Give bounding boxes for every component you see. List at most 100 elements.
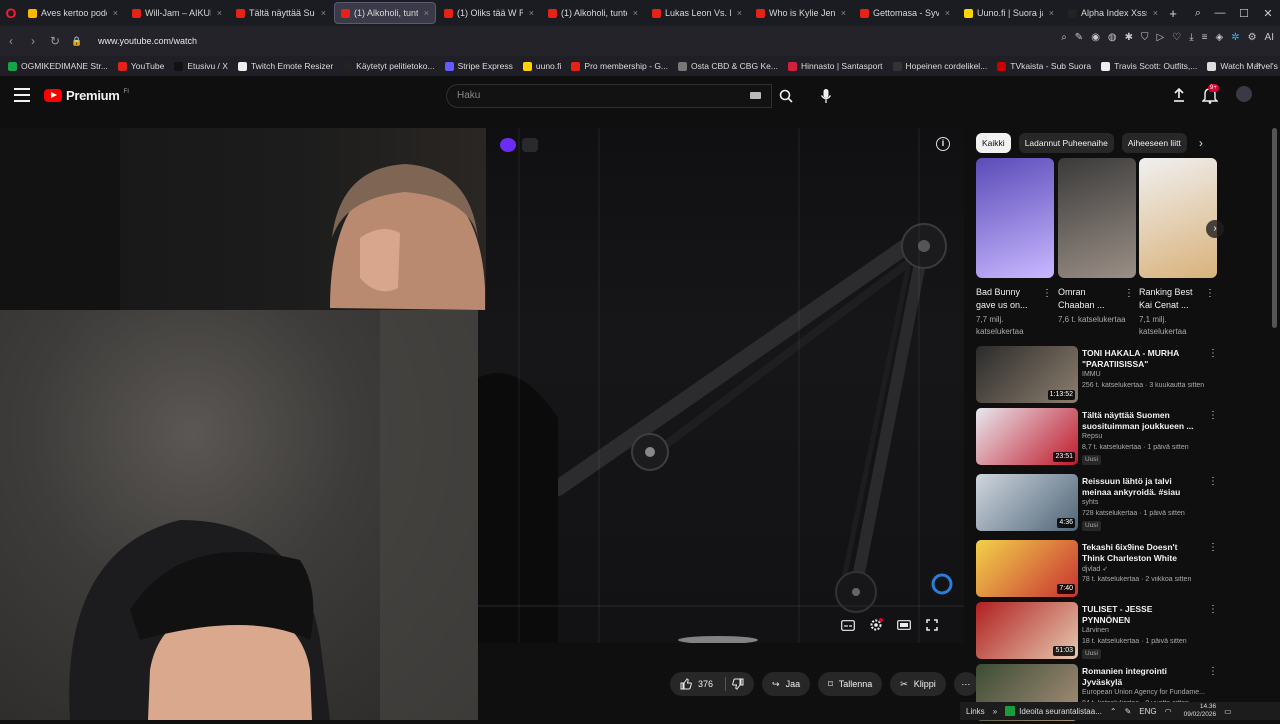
bookmark-item[interactable]: YouTube (117, 61, 164, 71)
camera-overlay-icon[interactable] (522, 138, 538, 152)
browser-tab[interactable]: Lukas Leon Vs. Etta - Y × (646, 2, 748, 24)
video-channel[interactable]: Lärvinen (1082, 627, 1109, 634)
related-video-item[interactable]: 23:51 Tältä näyttää Suomen suosituimman j… (976, 408, 1218, 468)
hamburger-menu-icon[interactable] (14, 88, 30, 104)
browser-tab[interactable]: Will-Jam – AIKUINEN × (126, 2, 228, 24)
close-tab-icon[interactable]: × (217, 8, 222, 18)
more-options-icon[interactable]: ⋮ (1208, 604, 1218, 615)
close-tab-icon[interactable]: × (424, 8, 429, 18)
video-title[interactable]: TONI HAKALA - MURHA "PARATIISISSA" (1082, 348, 1200, 370)
video-channel[interactable]: IMMU (1082, 371, 1101, 378)
settings-gear-icon[interactable] (868, 618, 884, 632)
notification-center-icon[interactable]: ▭ (1224, 707, 1232, 716)
forward-button[interactable]: › (22, 30, 44, 52)
close-tab-icon[interactable]: × (737, 8, 742, 18)
close-window-button[interactable]: ✕ (1256, 0, 1280, 26)
more-actions-button[interactable]: ⋯ (953, 672, 978, 696)
keyboard-icon[interactable] (750, 92, 761, 99)
reload-icon[interactable]: ↻ (44, 30, 66, 52)
more-options-icon[interactable]: ⋮ (1208, 666, 1218, 677)
browser-tab[interactable]: (1) Alkoholi, tunteiden × (542, 2, 644, 24)
language-indicator[interactable]: ENG (1139, 707, 1156, 716)
bookmark-item[interactable]: Twitch Emote Resizer (237, 61, 333, 71)
system-clock[interactable]: 14.36 09/02/2026 (1184, 703, 1217, 719)
bookmark-item[interactable]: Hinnasto | Santasport (787, 61, 883, 71)
search-input[interactable]: Haku (446, 84, 772, 108)
search-tabs-icon[interactable]: ⌕ (1186, 0, 1210, 26)
tray-chevron-icon[interactable]: ⌃ (1110, 707, 1117, 716)
short-thumbnail[interactable] (1058, 158, 1136, 278)
short-title[interactable]: Ranking Best Kai Cenat ... (1139, 286, 1205, 312)
more-options-icon[interactable]: ⋮ (1208, 476, 1218, 487)
back-button[interactable]: ‹ (0, 30, 22, 52)
related-video-item[interactable]: 1:13:52 TONI HAKALA - MURHA "PARATIISISSA… (976, 346, 1218, 406)
download-icon[interactable]: ⤓ (1189, 32, 1193, 43)
more-options-icon[interactable]: ⋮ (1124, 288, 1134, 299)
profile-icon[interactable]: ✲ (1231, 32, 1239, 43)
short-item[interactable]: Omran Chaaban ... 7,6 t. katselukertaa ⋮ (1058, 158, 1136, 326)
opera-logo-icon[interactable]: O (0, 0, 22, 26)
voice-search-button[interactable] (814, 84, 838, 108)
more-options-icon[interactable]: ⋮ (1208, 348, 1218, 359)
page-scrollbar[interactable] (1272, 128, 1277, 328)
video-thumbnail[interactable]: 7:40 (976, 540, 1078, 597)
avatar[interactable] (1236, 86, 1252, 102)
related-video-item[interactable]: 4:36 Reissuun lähtö ja talvi meinaa ankyr… (976, 474, 1218, 534)
bookmarks-overflow-icon[interactable]: » (1256, 59, 1261, 69)
minimize-button[interactable]: — (1208, 0, 1232, 26)
wifi-icon[interactable]: ◠ (1165, 707, 1172, 716)
video-thumbnail[interactable]: 23:51 (976, 408, 1078, 465)
camera-icon[interactable]: ◉ (1091, 32, 1100, 43)
short-thumbnail[interactable] (976, 158, 1054, 278)
fullscreen-icon[interactable] (924, 618, 940, 632)
video-channel[interactable]: European Union Agency for Fundame... (1082, 689, 1205, 696)
settings-icon[interactable]: ⚙ (1248, 32, 1257, 43)
chip-all[interactable]: Kaikki (976, 133, 1011, 153)
new-tab-button[interactable]: + (1164, 4, 1182, 22)
save-button[interactable]: ⌑ Tallenna (818, 672, 883, 696)
stocks-widget[interactable]: Ideoita seurantalistaa... (1005, 706, 1102, 716)
short-title[interactable]: Omran Chaaban ... (1058, 286, 1124, 312)
browser-tab[interactable]: (1) Alkoholi, tunteiden × (334, 2, 436, 24)
bookmark-item[interactable]: Etusivu / X (174, 61, 228, 71)
theater-mode-icon[interactable] (896, 618, 912, 632)
bookmark-item[interactable]: Hopeinen cordelikel... (892, 61, 987, 71)
close-tab-icon[interactable]: × (841, 8, 846, 18)
close-tab-icon[interactable]: × (633, 8, 638, 18)
close-tab-icon[interactable]: × (1049, 8, 1054, 18)
bookmark-item[interactable]: Travis Scott: Outfits,... (1101, 61, 1197, 71)
ai-summary-icon[interactable] (500, 138, 516, 152)
video-channel[interactable]: syhts (1082, 499, 1098, 506)
browser-tab[interactable]: Uuno.fi | Suora ja sen × (958, 2, 1060, 24)
more-options-icon[interactable]: ⋮ (1208, 410, 1218, 421)
related-video-item[interactable]: 51:03 TULISET - JESSE PYNNÖNEN Lärvinen 18 … (976, 602, 1218, 662)
video-title[interactable]: Tältä näyttää Suomen suosituimman joukku… (1082, 410, 1200, 432)
search-icon[interactable]: ⌕ (1061, 32, 1067, 43)
browser-tab[interactable]: Tältä näyttää Suomen × (230, 2, 332, 24)
menu-lines-icon[interactable]: ≡ (1202, 32, 1208, 43)
close-tab-icon[interactable]: × (113, 8, 118, 18)
player-icon[interactable]: ▷ (1157, 32, 1165, 43)
video-channel[interactable]: Repsu (1082, 433, 1102, 440)
short-thumbnail[interactable] (1139, 158, 1217, 278)
close-tab-icon[interactable]: × (529, 8, 534, 18)
video-channel[interactable]: djvlad ✓ (1082, 565, 1108, 573)
links-toolbar[interactable]: Links (966, 707, 985, 716)
info-icon[interactable]: i (936, 137, 950, 151)
more-options-icon[interactable]: ⋮ (1205, 288, 1215, 299)
youtube-premium-logo[interactable]: Premium FI (44, 88, 129, 103)
video-title[interactable]: TULISET - JESSE PYNNÖNEN (1082, 604, 1200, 626)
upload-icon[interactable] (1172, 88, 1186, 102)
search-button[interactable] (772, 84, 800, 108)
clip-button[interactable]: ✂ Klippi (890, 672, 946, 696)
links-chevron-icon[interactable]: » (993, 707, 997, 716)
thumbs-down-icon[interactable] (732, 678, 744, 690)
chip-related[interactable]: Aiheeseen liitt (1121, 133, 1187, 153)
video-player[interactable] (478, 128, 964, 643)
browser-tab[interactable]: Who is Kylie Jenner's n × (750, 2, 852, 24)
bookmark-item[interactable]: Pro membership - G... (571, 61, 668, 71)
browser-tab[interactable]: Gettomasa - Syvä pää × (854, 2, 956, 24)
pen-icon[interactable]: ✎ (1125, 707, 1132, 716)
shorts-next-chevron-icon[interactable]: › (1206, 220, 1224, 238)
browser-tab[interactable]: (1) Oliks tää W Rizz? 😳 × (438, 2, 540, 24)
